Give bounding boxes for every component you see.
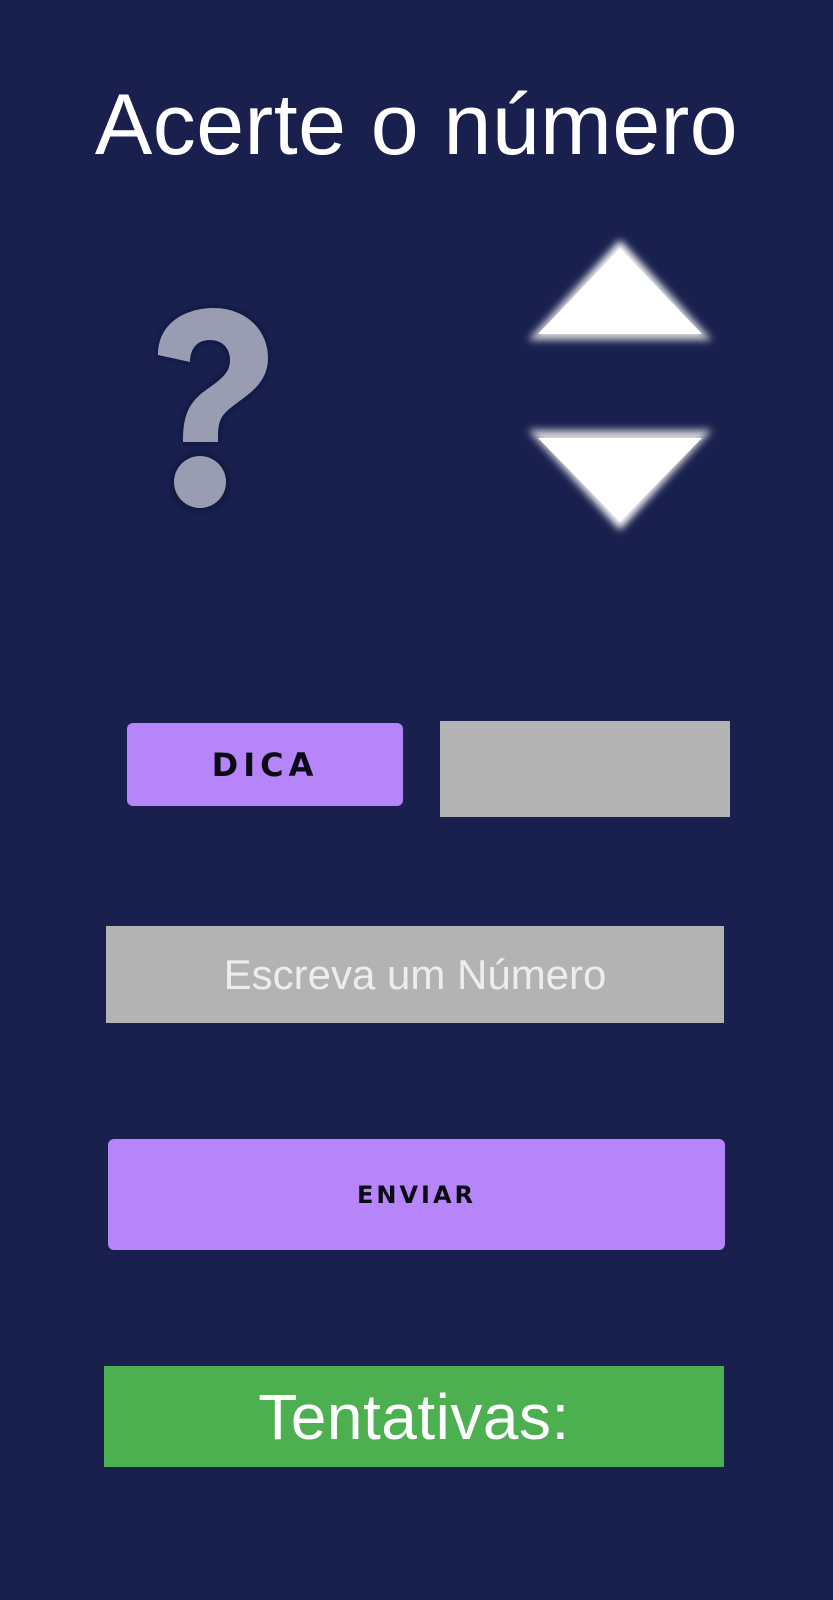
page-title: Acerte o número (94, 77, 739, 173)
arrow-down-icon (528, 430, 712, 530)
attempts-panel: Tentativas: (104, 1366, 724, 1467)
attempts-label: Tentativas: (258, 1380, 570, 1453)
send-button[interactable]: ENVIAR (108, 1139, 725, 1250)
question-mark-icon (158, 308, 268, 510)
arrow-up-icon (528, 240, 712, 340)
hint-button[interactable]: DICA (127, 723, 403, 806)
guess-number-input[interactable] (106, 926, 724, 1023)
hint-output-field (440, 721, 730, 817)
